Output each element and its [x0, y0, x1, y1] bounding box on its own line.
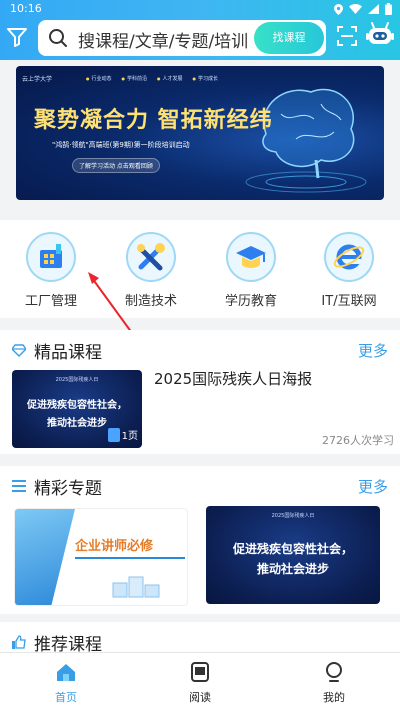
banner-pill: 了解学习活动 点击观看回顾: [72, 158, 160, 173]
thumbnail-line: 推动社会进步: [256, 562, 329, 576]
scan-icon[interactable]: [336, 25, 358, 47]
category-manufacturing-tech[interactable]: 制造技术: [113, 232, 189, 309]
banner-subline: "鸿鹄·领航"高端班(第9期)第一阶段培训启动: [52, 141, 190, 149]
banner-nav-item: 学习成长: [193, 75, 218, 82]
document-icon: [107, 427, 120, 442]
diamond-icon: [11, 342, 27, 357]
category-shortcuts: 工厂管理 制造技术 学历教育 IT/互联网: [0, 220, 400, 318]
profile-icon: [323, 661, 345, 683]
search-button[interactable]: 找课程: [254, 22, 324, 54]
course-title[interactable]: 2025国际残疾人日海报: [154, 368, 312, 389]
factory-icon: [26, 232, 76, 282]
wifi-icon: [349, 4, 362, 17]
topic-card-lecturer[interactable]: 企业讲师必修: [14, 508, 188, 606]
header-bar: 10:16 搜课程/文章/专题/培训 找课程: [0, 0, 400, 60]
topic-card-disability-day[interactable]: 2025国际残疾人日 促进残疾包容性社会， 推动社会进步: [206, 506, 380, 604]
graduation-cap-icon: [226, 232, 276, 282]
thumbnail-line: 促进残疾包容性社会，: [27, 400, 127, 411]
thumbnail-line: 促进残疾包容性社会，: [232, 542, 353, 556]
category-label: 工厂管理: [24, 294, 77, 309]
category-label: IT/互联网: [321, 294, 377, 309]
page-count-badge: 1页: [107, 427, 138, 442]
book-icon: [189, 661, 211, 683]
section-title: 精彩专题: [34, 479, 102, 499]
page-count: 1页: [121, 431, 138, 442]
nav-profile[interactable]: 我的: [294, 661, 374, 705]
status-time: 10:16: [10, 2, 42, 15]
thumbs-up-icon: [12, 634, 26, 649]
category-it-internet[interactable]: IT/互联网: [311, 232, 387, 309]
nav-label: 阅读: [189, 691, 211, 704]
search-icon: [48, 28, 68, 48]
learner-count: 2726人次学习: [322, 434, 394, 447]
category-factory-management[interactable]: 工厂管理: [13, 232, 89, 309]
thumbnail-caption: 2025国际残疾人日: [55, 377, 99, 383]
bottom-nav: 首页 阅读 我的: [0, 652, 400, 710]
category-label: 学历教育: [224, 294, 277, 309]
location-icon: [334, 3, 343, 18]
course-thumbnail[interactable]: 2025国际残疾人日 促进残疾包容性社会， 推动社会进步 1页: [12, 370, 142, 448]
premium-courses-section: 精品课程 更多 2025国际残疾人日 促进残疾包容性社会， 推动社会进步 1页 …: [0, 330, 400, 454]
list-icon: [12, 478, 26, 492]
banner-logo: 云上学大学: [22, 76, 53, 83]
thumbnail-caption: 2025国际残疾人日: [271, 513, 315, 519]
tools-icon: [126, 232, 176, 282]
battery-icon: [385, 3, 392, 18]
banner-nav-item: 学科前沿: [122, 75, 147, 82]
nav-label: 首页: [55, 691, 77, 704]
internet-explorer-icon: [324, 232, 374, 282]
signal-icon: [368, 4, 379, 17]
brain-illustration: [245, 88, 367, 193]
robot-assistant-icon[interactable]: [365, 20, 395, 50]
home-icon: [55, 661, 77, 683]
more-link[interactable]: 更多: [358, 476, 388, 497]
promo-banner[interactable]: 云上学大学 行业动态 学科前沿 人才发展 学习成长 聚势凝合力 智拓新经纬 "鸿…: [16, 66, 384, 200]
special-topics-section: 精彩专题 更多 企业讲师必修 2025国际残疾人日 促进残疾包容性社会， 推动社…: [0, 466, 400, 614]
topic-card-title: 企业讲师必修: [75, 539, 154, 554]
section-title: 精品课程: [34, 343, 102, 363]
banner-nav-item: 人才发展: [157, 75, 183, 82]
category-academic-education[interactable]: 学历教育: [213, 232, 289, 309]
status-bar: 10:16: [0, 0, 400, 18]
banner-nav-item: 行业动态: [86, 75, 112, 82]
decorative-banner-shape: [15, 509, 75, 605]
nav-label: 我的: [323, 691, 345, 704]
filter-icon[interactable]: [6, 26, 28, 48]
cubes-illustration: [112, 576, 160, 598]
search-bar[interactable]: 搜课程/文章/专题/培训 找课程: [38, 20, 326, 56]
divider: [75, 557, 185, 559]
banner-nav: 行业动态 学科前沿 人才发展 学习成长: [86, 75, 219, 82]
category-label: 制造技术: [124, 294, 177, 309]
more-link[interactable]: 更多: [358, 340, 388, 361]
search-input[interactable]: 搜课程/文章/专题/培训: [78, 27, 253, 52]
banner-headline: 聚势凝合力 智拓新经纬: [34, 108, 273, 133]
nav-home[interactable]: 首页: [26, 661, 106, 705]
recommended-section: 推荐课程: [0, 622, 400, 655]
nav-reading[interactable]: 阅读: [160, 661, 240, 705]
